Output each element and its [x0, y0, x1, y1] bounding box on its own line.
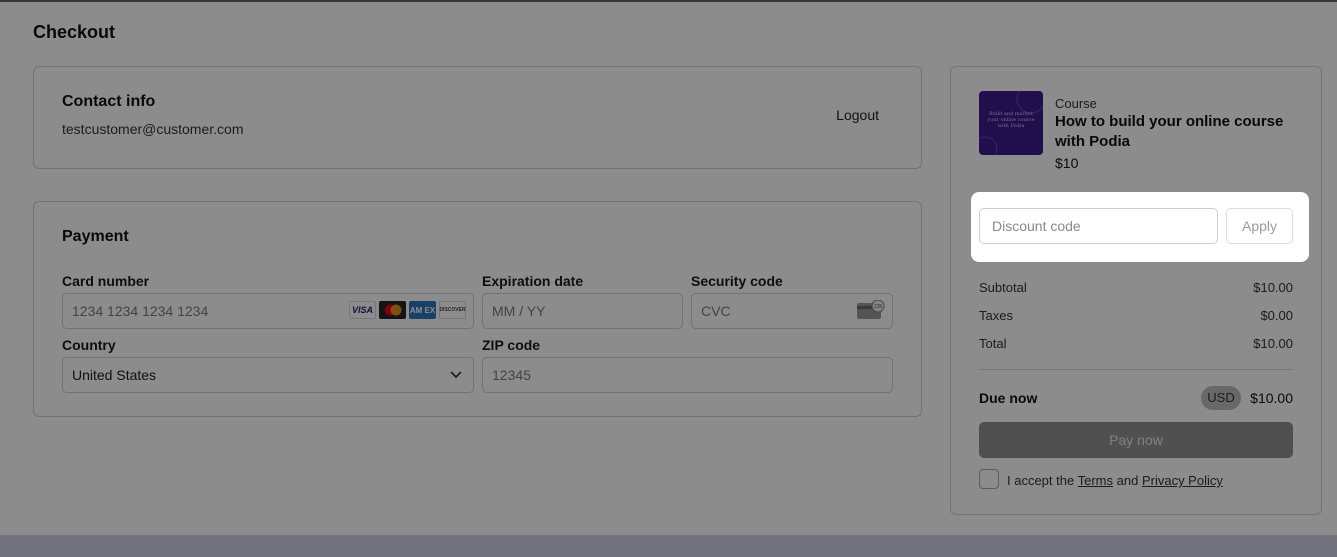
- accept-terms-checkbox[interactable]: [979, 469, 999, 489]
- card-number-label: Card number: [62, 273, 150, 289]
- accept-prefix: I accept the: [1007, 473, 1075, 488]
- due-now-label: Due now: [979, 390, 1038, 406]
- svg-text:135: 135: [874, 304, 883, 310]
- total-label: Total: [979, 336, 1007, 351]
- course-thumbnail: Build and market your online course with…: [979, 91, 1043, 155]
- subtotal-value: $10.00: [1253, 280, 1293, 295]
- top-divider: [0, 0, 1337, 2]
- zip-input[interactable]: [482, 357, 893, 393]
- mastercard-icon: [379, 301, 406, 319]
- logout-link[interactable]: Logout: [836, 107, 879, 123]
- pay-now-button[interactable]: Pay now: [979, 422, 1293, 458]
- country-label: Country: [62, 337, 116, 353]
- discover-icon: DISCOVER: [439, 301, 466, 319]
- contact-email: testcustomer@customer.com: [62, 121, 244, 137]
- total-row: Total $10.00: [979, 336, 1293, 351]
- expiration-input[interactable]: [482, 293, 683, 329]
- subtotal-label: Subtotal: [979, 280, 1027, 295]
- privacy-policy-link[interactable]: Privacy Policy: [1142, 473, 1223, 488]
- course-type: Course: [1055, 96, 1097, 111]
- cvc-card-icon: 135: [857, 300, 885, 319]
- visa-icon: VISA: [349, 301, 376, 319]
- due-now-value: $10.00: [1250, 390, 1293, 406]
- order-summary-card: Build and market your online course with…: [950, 66, 1322, 515]
- apply-discount-button[interactable]: Apply: [1226, 208, 1293, 244]
- taxes-label: Taxes: [979, 308, 1013, 323]
- card-brand-icons: VISA AM EX DISCOVER: [349, 301, 466, 319]
- amex-icon: AM EX: [409, 301, 436, 319]
- discount-code-input[interactable]: [979, 208, 1218, 244]
- terms-link[interactable]: Terms: [1078, 473, 1113, 488]
- payment-card: Payment Card number VISA AM EX DISCOVER …: [33, 201, 922, 417]
- checkout-page: Checkout Contact info testcustomer@custo…: [0, 0, 1337, 557]
- expiration-label: Expiration date: [482, 273, 584, 289]
- contact-info-card: Contact info testcustomer@customer.com L…: [33, 66, 922, 169]
- taxes-value: $0.00: [1260, 308, 1293, 323]
- accept-and: and: [1116, 473, 1139, 488]
- course-price: $10: [1055, 155, 1079, 171]
- currency-badge: USD: [1201, 386, 1241, 410]
- country-value: United States: [72, 367, 157, 383]
- payment-title: Payment: [62, 228, 129, 245]
- total-value: $10.00: [1253, 336, 1293, 351]
- contact-info-title: Contact info: [62, 93, 156, 110]
- chevron-down-icon: [450, 371, 462, 379]
- security-code-wrapper: 135: [691, 293, 893, 329]
- card-number-wrapper: VISA AM EX DISCOVER: [62, 293, 474, 329]
- thumbnail-text: Build and market your online course with…: [987, 111, 1035, 129]
- course-title: How to build your online course with Pod…: [1055, 113, 1284, 150]
- security-code-label: Security code: [691, 273, 783, 289]
- zip-label: ZIP code: [482, 337, 541, 353]
- discount-code-section: Apply: [971, 192, 1309, 262]
- footer-strip: [0, 535, 1337, 557]
- summary-divider: [979, 369, 1293, 370]
- country-select[interactable]: United States: [62, 357, 474, 393]
- accept-terms-text: I accept the Terms and Privacy Policy: [1007, 473, 1223, 488]
- page-title: Checkout: [33, 22, 116, 42]
- taxes-row: Taxes $0.00: [979, 308, 1293, 323]
- subtotal-row: Subtotal $10.00: [979, 280, 1293, 295]
